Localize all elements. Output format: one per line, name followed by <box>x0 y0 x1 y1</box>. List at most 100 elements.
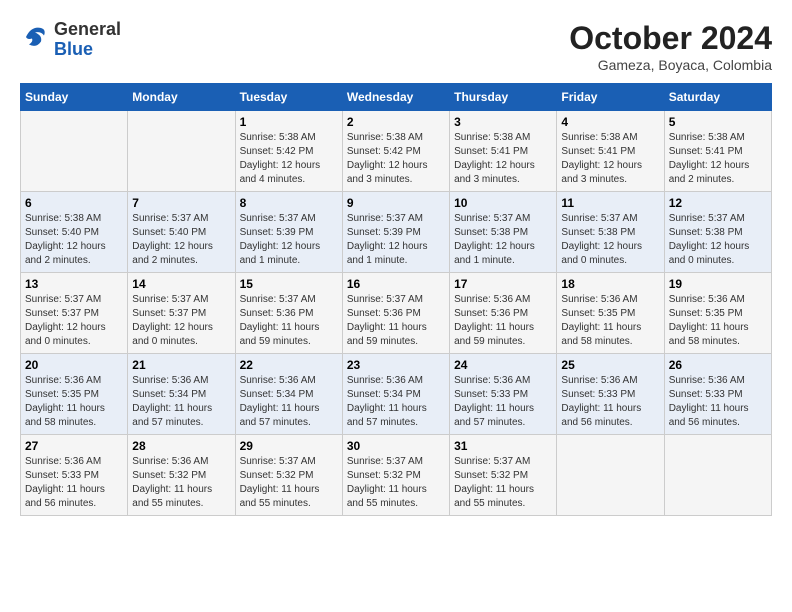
cell-info: Sunrise: 5:36 AMSunset: 5:36 PMDaylight:… <box>454 293 552 349</box>
cell-info: Sunrise: 5:37 AMSunset: 5:37 PMDaylight:… <box>132 293 230 349</box>
logo: General Blue <box>20 20 121 60</box>
day-number: 27 <box>25 439 123 453</box>
calendar-cell: 31 Sunrise: 5:37 AMSunset: 5:32 PMDayligh… <box>450 435 557 516</box>
cell-info: Sunrise: 5:37 AMSunset: 5:37 PMDaylight:… <box>25 293 123 349</box>
logo-general: General <box>54 19 121 39</box>
header-tuesday: Tuesday <box>235 84 342 111</box>
cell-info: Sunrise: 5:37 AMSunset: 5:39 PMDaylight:… <box>240 212 338 268</box>
day-number: 21 <box>132 358 230 372</box>
header-monday: Monday <box>128 84 235 111</box>
cell-info: Sunrise: 5:36 AMSunset: 5:34 PMDaylight:… <box>240 374 338 430</box>
calendar-cell: 28 Sunrise: 5:36 AMSunset: 5:32 PMDayligh… <box>128 435 235 516</box>
calendar-cell <box>557 435 664 516</box>
cell-info: Sunrise: 5:37 AMSunset: 5:36 PMDaylight:… <box>240 293 338 349</box>
day-number: 19 <box>669 277 767 291</box>
calendar-cell: 29Sunrise: 5:37 AMSunset: 5:32 PMDayligh… <box>235 435 342 516</box>
cell-info: Sunrise: 5:37 AMSunset: 5:39 PMDaylight:… <box>347 212 445 268</box>
cell-info: Sunrise: 5:37 AMSunset: 5:32 PMDaylight:… <box>347 455 445 511</box>
day-number: 28 <box>132 439 230 453</box>
day-number: 5 <box>669 115 767 129</box>
calendar-cell: 1Sunrise: 5:38 AMSunset: 5:42 PMDaylight… <box>235 111 342 192</box>
calendar-cell <box>664 435 771 516</box>
day-number: 24 <box>454 358 552 372</box>
cell-info: Sunrise: 5:37 AMSunset: 5:40 PMDaylight:… <box>132 212 230 268</box>
calendar-cell: 27 Sunrise: 5:36 AMSunset: 5:33 PMDayligh… <box>21 435 128 516</box>
header-sunday: Sunday <box>21 84 128 111</box>
calendar-header-row: Sunday Monday Tuesday Wednesday Thursday… <box>21 84 772 111</box>
calendar-cell: 26Sunrise: 5:36 AMSunset: 5:33 PMDayligh… <box>664 354 771 435</box>
calendar-week-row: 20Sunrise: 5:36 AMSunset: 5:35 PMDayligh… <box>21 354 772 435</box>
logo-icon <box>20 22 50 57</box>
calendar-cell: 15 Sunrise: 5:37 AMSunset: 5:36 PMDayligh… <box>235 273 342 354</box>
day-number: 15 <box>240 277 338 291</box>
cell-info: Sunrise: 5:38 AMSunset: 5:42 PMDaylight:… <box>347 131 445 187</box>
day-number: 9 <box>347 196 445 210</box>
month-title: October 2024 <box>569 20 772 57</box>
cell-info: Sunrise: 5:36 AMSunset: 5:33 PMDaylight:… <box>25 455 123 511</box>
day-number: 18 <box>561 277 659 291</box>
calendar-week-row: 13 Sunrise: 5:37 AMSunset: 5:37 PMDayligh… <box>21 273 772 354</box>
day-number: 23 <box>347 358 445 372</box>
calendar-cell: 30 Sunrise: 5:37 AMSunset: 5:32 PMDayligh… <box>342 435 449 516</box>
day-number: 8 <box>240 196 338 210</box>
cell-info: Sunrise: 5:37 AMSunset: 5:32 PMDaylight:… <box>454 455 552 511</box>
cell-info: Sunrise: 5:38 AMSunset: 5:42 PMDaylight:… <box>240 131 338 187</box>
cell-info: Sunrise: 5:38 AMSunset: 5:41 PMDaylight:… <box>669 131 767 187</box>
cell-info: Sunrise: 5:36 AMSunset: 5:33 PMDaylight:… <box>669 374 767 430</box>
logo-text: General Blue <box>54 20 121 60</box>
day-number: 31 <box>454 439 552 453</box>
cell-info: Sunrise: 5:37 AMSunset: 5:38 PMDaylight:… <box>669 212 767 268</box>
day-number: 17 <box>454 277 552 291</box>
day-number: 10 <box>454 196 552 210</box>
day-number: 7 <box>132 196 230 210</box>
calendar-cell: 13 Sunrise: 5:37 AMSunset: 5:37 PMDayligh… <box>21 273 128 354</box>
calendar-table: Sunday Monday Tuesday Wednesday Thursday… <box>20 83 772 516</box>
cell-info: Sunrise: 5:38 AMSunset: 5:41 PMDaylight:… <box>454 131 552 187</box>
day-number: 25 <box>561 358 659 372</box>
title-block: October 2024 Gameza, Boyaca, Colombia <box>569 20 772 73</box>
calendar-cell <box>21 111 128 192</box>
calendar-cell: 20Sunrise: 5:36 AMSunset: 5:35 PMDayligh… <box>21 354 128 435</box>
day-number: 22 <box>240 358 338 372</box>
calendar-cell: 4Sunrise: 5:38 AMSunset: 5:41 PMDaylight… <box>557 111 664 192</box>
calendar-cell: 18 Sunrise: 5:36 AMSunset: 5:35 PMDayligh… <box>557 273 664 354</box>
day-number: 11 <box>561 196 659 210</box>
day-number: 13 <box>25 277 123 291</box>
location: Gameza, Boyaca, Colombia <box>569 57 772 73</box>
calendar-cell: 3 Sunrise: 5:38 AMSunset: 5:41 PMDaylight… <box>450 111 557 192</box>
day-number: 6 <box>25 196 123 210</box>
header-thursday: Thursday <box>450 84 557 111</box>
calendar-week-row: 27 Sunrise: 5:36 AMSunset: 5:33 PMDayligh… <box>21 435 772 516</box>
calendar-cell <box>128 111 235 192</box>
calendar-cell: 7 Sunrise: 5:37 AMSunset: 5:40 PMDaylight… <box>128 192 235 273</box>
cell-info: Sunrise: 5:37 AMSunset: 5:38 PMDaylight:… <box>561 212 659 268</box>
calendar-cell: 24 Sunrise: 5:36 AMSunset: 5:33 PMDayligh… <box>450 354 557 435</box>
calendar-cell: 10 Sunrise: 5:37 AMSunset: 5:38 PMDayligh… <box>450 192 557 273</box>
calendar-cell: 25Sunrise: 5:36 AMSunset: 5:33 PMDayligh… <box>557 354 664 435</box>
calendar-cell: 21 Sunrise: 5:36 AMSunset: 5:34 PMDayligh… <box>128 354 235 435</box>
cell-info: Sunrise: 5:36 AMSunset: 5:35 PMDaylight:… <box>669 293 767 349</box>
cell-info: Sunrise: 5:38 AMSunset: 5:40 PMDaylight:… <box>25 212 123 268</box>
page-header: General Blue October 2024 Gameza, Boyaca… <box>20 20 772 73</box>
cell-info: Sunrise: 5:36 AMSunset: 5:34 PMDaylight:… <box>132 374 230 430</box>
day-number: 29 <box>240 439 338 453</box>
calendar-cell: 8 Sunrise: 5:37 AMSunset: 5:39 PMDaylight… <box>235 192 342 273</box>
cell-info: Sunrise: 5:36 AMSunset: 5:35 PMDaylight:… <box>561 293 659 349</box>
calendar-cell: 9 Sunrise: 5:37 AMSunset: 5:39 PMDaylight… <box>342 192 449 273</box>
cell-info: Sunrise: 5:36 AMSunset: 5:32 PMDaylight:… <box>132 455 230 511</box>
header-wednesday: Wednesday <box>342 84 449 111</box>
calendar-cell: 11 Sunrise: 5:37 AMSunset: 5:38 PMDayligh… <box>557 192 664 273</box>
cell-info: Sunrise: 5:37 AMSunset: 5:38 PMDaylight:… <box>454 212 552 268</box>
day-number: 30 <box>347 439 445 453</box>
day-number: 14 <box>132 277 230 291</box>
day-number: 2 <box>347 115 445 129</box>
calendar-week-row: 1Sunrise: 5:38 AMSunset: 5:42 PMDaylight… <box>21 111 772 192</box>
cell-info: Sunrise: 5:36 AMSunset: 5:34 PMDaylight:… <box>347 374 445 430</box>
cell-info: Sunrise: 5:36 AMSunset: 5:33 PMDaylight:… <box>454 374 552 430</box>
day-number: 12 <box>669 196 767 210</box>
calendar-cell: 23 Sunrise: 5:36 AMSunset: 5:34 PMDayligh… <box>342 354 449 435</box>
cell-info: Sunrise: 5:36 AMSunset: 5:35 PMDaylight:… <box>25 374 123 430</box>
calendar-cell: 6 Sunrise: 5:38 AMSunset: 5:40 PMDaylight… <box>21 192 128 273</box>
day-number: 3 <box>454 115 552 129</box>
cell-info: Sunrise: 5:38 AMSunset: 5:41 PMDaylight:… <box>561 131 659 187</box>
